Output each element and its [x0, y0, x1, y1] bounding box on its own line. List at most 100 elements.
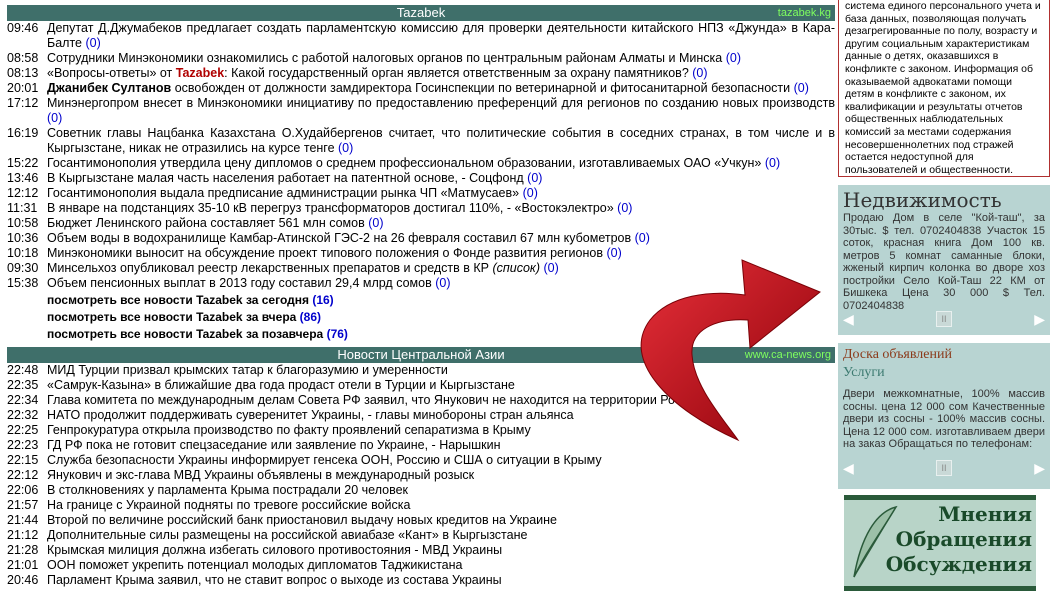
news-link[interactable]: В январе на подстанциях 35-10 кВ перегру… — [47, 201, 614, 215]
ads-text[interactable]: Двери межкомнатные, 100% массив сосны. ц… — [843, 388, 1045, 458]
news-link[interactable]: Депутат Д.Джумабеков предлагает создать … — [47, 21, 835, 50]
news-item: Советник главы Нацбанка Казахстана О.Худ… — [47, 126, 835, 156]
more-news-label[interactable]: посмотреть все новости Tazabek за позавч… — [47, 327, 323, 341]
tazabek-brand[interactable]: Tazabek — [176, 66, 224, 80]
opinions-line-1: Мнения — [938, 502, 1032, 526]
news-item: Депутат Д.Джумабеков предлагает создать … — [47, 21, 835, 51]
comment-count[interactable]: (0) — [85, 36, 100, 50]
curved-arrow-icon — [640, 259, 821, 442]
news-time: 20:46 — [7, 573, 39, 587]
news-time: 11:31 — [7, 201, 38, 215]
news-link[interactable]: освобожден от должности замдиректора Гос… — [171, 81, 790, 95]
news-link[interactable]: Госантимонополия утвердила цену дипломов… — [47, 156, 761, 170]
comment-count[interactable]: (0) — [47, 111, 62, 125]
news-time: 22:12 — [7, 468, 39, 482]
tazabek-header: Tazabek tazabek.kg — [7, 5, 835, 21]
next-icon[interactable]: ▶ — [1034, 460, 1045, 477]
ads-subtitle[interactable]: Услуги — [843, 364, 1045, 382]
news-row: 12:12 Госантимонополия выдала предписание… — [7, 186, 835, 201]
news-link[interactable]: ООН поможет укрепить потенциал молодых д… — [47, 558, 835, 573]
ads-title[interactable]: Доска объявлений — [843, 346, 1045, 364]
news-link[interactable]: В столкновениях у парламента Крыма постр… — [47, 483, 835, 498]
comment-count[interactable]: (0) — [617, 201, 632, 215]
news-list-link[interactable]: (список) — [492, 261, 540, 275]
next-icon[interactable]: ▶ — [1034, 311, 1045, 328]
pause-icon[interactable]: II — [936, 460, 952, 476]
news-row: 22:12 Янукович и экс-глава МВД Украины об… — [7, 468, 835, 483]
tazabek-title: Tazabek — [396, 5, 446, 20]
comment-count[interactable]: (0) — [368, 216, 383, 230]
more-news-count[interactable]: (86) — [300, 310, 321, 324]
news-time: 21:44 — [7, 513, 39, 527]
tazabek-site-link[interactable]: tazabek.kg — [778, 5, 831, 21]
news-link[interactable]: Бюджет Ленинского района составляет 561 … — [47, 216, 365, 230]
news-item: Сотрудники Минэкономики ознакомились с р… — [47, 51, 835, 66]
more-news-count[interactable]: (16) — [312, 293, 333, 307]
news-link[interactable]: Минэкономики выносит на обсуждение проек… — [47, 246, 603, 260]
news-time: 22:06 — [7, 483, 39, 497]
news-row: 20:01 Джанибек Султанов освобожден от дол… — [7, 81, 835, 96]
news-link[interactable]: На границе с Украиной подняты по тревоге… — [47, 498, 835, 513]
news-link[interactable]: Дополнительные силы размещены на российс… — [47, 528, 835, 543]
news-row: 11:31 В январе на подстанциях 35-10 кВ пе… — [7, 201, 835, 216]
news-link[interactable]: В Кыргызстане малая часть населения рабо… — [47, 171, 524, 185]
comment-count[interactable]: (0) — [523, 186, 538, 200]
news-item: Минэнергопром внесет в Минэкономики иниц… — [47, 96, 835, 126]
news-row: 22:15 Служба безопасности Украины информи… — [7, 453, 835, 468]
news-time: 17:12 — [7, 96, 39, 110]
news-time: 21:57 — [7, 498, 39, 512]
news-time: 16:19 — [7, 126, 39, 140]
news-link[interactable]: Минэнергопром внесет в Минэкономики иниц… — [47, 96, 835, 110]
news-link[interactable]: Госантимонополия выдала предписание адми… — [47, 186, 519, 200]
comment-count[interactable]: (0) — [794, 81, 809, 95]
comment-count[interactable]: (0) — [543, 261, 558, 275]
more-news-label[interactable]: посмотреть все новости Tazabek за сегодн… — [47, 293, 309, 307]
news-row: 20:46 Парламент Крыма заявил, что не став… — [7, 573, 835, 588]
news-link[interactable]: : Какой государственный орган является о… — [224, 66, 689, 80]
prev-icon[interactable]: ◀ — [843, 311, 854, 328]
news-bold-name[interactable]: Джанибек Султанов — [47, 81, 171, 95]
news-time: 20:01 — [7, 81, 39, 95]
pause-icon[interactable]: II — [936, 311, 952, 327]
news-row: 21:44 Второй по величине российский банк … — [7, 513, 835, 528]
ads-panel: Доска объявлений Услуги Двери межкомнатн… — [838, 343, 1050, 489]
more-news-label[interactable]: посмотреть все новости Tazabek за вчера — [47, 310, 296, 324]
news-link[interactable]: Сотрудники Минэкономики ознакомились с р… — [47, 51, 722, 65]
news-time: 15:22 — [7, 156, 39, 170]
news-link[interactable]: Второй по величине российский банк приос… — [47, 513, 835, 528]
ca-news-title: Новости Центральной Азии — [337, 347, 505, 362]
comment-count[interactable]: (0) — [338, 141, 353, 155]
right-column: система единого персонального учета и ба… — [838, 0, 1050, 591]
prev-icon[interactable]: ◀ — [843, 460, 854, 477]
realty-title[interactable]: Недвижимость — [843, 188, 1045, 212]
news-link[interactable]: Янукович и экс-глава МВД Украины объявле… — [47, 468, 835, 483]
realty-panel: Недвижимость Продаю Дом в селе "Кой-таш"… — [838, 185, 1050, 335]
realty-text[interactable]: Продаю Дом в селе "Кой-таш", за 30тыс. $… — [843, 212, 1045, 309]
opinions-banner[interactable]: Мнения Обращения Обсуждения — [844, 495, 1036, 591]
news-link[interactable]: Минсельхоз опубликовал реестр лекарствен… — [47, 261, 492, 275]
news-row: 10:58 Бюджет Ленинского района составляет… — [7, 216, 835, 231]
news-time: 22:35 — [7, 378, 39, 392]
news-link[interactable]: Советник главы Нацбанка Казахстана О.Худ… — [47, 126, 835, 155]
comment-count[interactable]: (0) — [527, 171, 542, 185]
news-time: 13:46 — [7, 171, 39, 185]
comment-count[interactable]: (0) — [435, 276, 450, 290]
comment-count[interactable]: (0) — [606, 246, 621, 260]
news-link[interactable]: Крымская милиция должна избегать силовог… — [47, 543, 835, 558]
more-news-count[interactable]: (76) — [327, 327, 348, 341]
info-text-box: система единого персонального учета и ба… — [838, 0, 1050, 177]
ads-controls: ◀ II ▶ — [843, 458, 1045, 478]
news-time: 10:36 — [7, 231, 39, 245]
news-row: 21:12 Дополнительные силы размещены на ро… — [7, 528, 835, 543]
comment-count[interactable]: (0) — [692, 66, 707, 80]
comment-count[interactable]: (0) — [726, 51, 741, 65]
news-link[interactable]: Парламент Крыма заявил, что не ставит во… — [47, 573, 835, 588]
news-time: 22:32 — [7, 408, 39, 422]
news-link[interactable]: Объем пенсионных выплат в 2013 году сост… — [47, 276, 432, 290]
comment-count[interactable]: (0) — [765, 156, 780, 170]
news-row: 21:01 ООН поможет укрепить потенциал моло… — [7, 558, 835, 573]
news-row: 22:06 В столкновениях у парламента Крыма … — [7, 483, 835, 498]
news-link[interactable]: Служба безопасности Украины информирует … — [47, 453, 835, 468]
news-link[interactable]: Объем воды в водохранилище Камбар-Атинск… — [47, 231, 631, 245]
news-link[interactable]: «Вопросы-ответы» от — [47, 66, 176, 80]
